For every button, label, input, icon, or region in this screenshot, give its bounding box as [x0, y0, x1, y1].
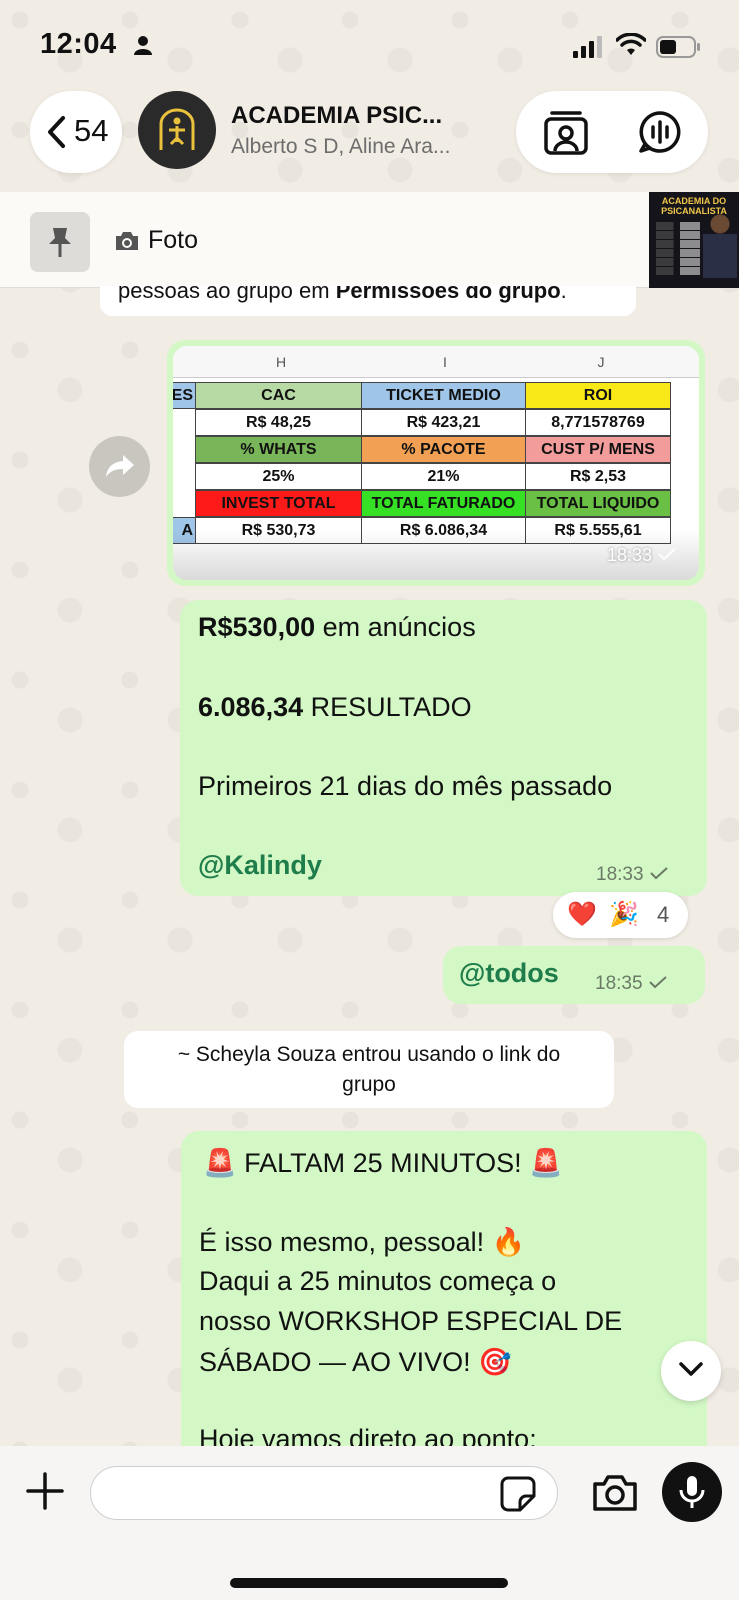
spreadsheet-cell: CAC [195, 382, 362, 409]
mention-link[interactable]: @todos [459, 958, 559, 989]
message-line: Primeiros 21 dias do mês passado [198, 771, 613, 801]
chat-header: 54 ACADEMIA PSIC... Alberto S D, Aline A… [0, 88, 739, 188]
chevron-down-icon [679, 1362, 703, 1376]
message-input[interactable] [90, 1466, 558, 1520]
status-bar: 12:04 [0, 0, 739, 88]
spreadsheet-cell-fragment: ES [173, 382, 196, 409]
image-message[interactable]: H I J CAC TICKET MEDIO ROI R$ 48,25 R$ 423,2… [167, 340, 705, 586]
check-icon [648, 976, 667, 989]
pin-button[interactable] [30, 212, 90, 272]
message-line: R$530,00 em anúncios [198, 612, 476, 642]
column-letter: H [275, 354, 287, 370]
spreadsheet-cell: CUST P/ MENS [525, 436, 671, 463]
spreadsheet-cell: ROI [525, 382, 671, 409]
message-time: 18:33 [596, 864, 669, 886]
heart-reaction: ❤️ [567, 901, 597, 928]
system-message-permissions: pessoas ao grupo em Permissões do grupo. [100, 286, 636, 316]
spreadsheet-cell: R$ 423,21 [361, 409, 526, 436]
group-members[interactable]: Alberto S D, Aline Ara... [231, 135, 450, 159]
reactions-pill[interactable]: ❤️ 🎉 4 [553, 892, 688, 938]
message-bubble-todos[interactable]: @todos 18:35 [443, 946, 705, 1004]
message-line: 🚨 FALTAM 25 MINUTOS! 🚨 [203, 1148, 563, 1178]
status-time: 12:04 [40, 28, 117, 60]
camera-icon [116, 232, 138, 250]
pin-icon [49, 228, 71, 257]
spreadsheet-image[interactable]: H I J CAC TICKET MEDIO ROI R$ 48,25 R$ 423,2… [173, 346, 699, 580]
system-message-text: pessoas ao grupo em Permissões do grupo. [118, 286, 567, 303]
message-time: 18:33 [607, 545, 677, 566]
plus-icon[interactable] [26, 1472, 64, 1510]
message-line: 6.086,34 RESULTADO [198, 692, 472, 722]
spreadsheet-cell: TICKET MEDIO [361, 382, 526, 409]
message-line: É isso mesmo, pessoal! 🔥 [199, 1227, 526, 1257]
message-line: nosso WORKSHOP ESPECIAL DE [199, 1306, 623, 1336]
microphone-icon [679, 1476, 705, 1508]
message-line: Daqui a 25 minutos começa o [199, 1266, 557, 1296]
pinned-thumbnail[interactable]: ACADEMIA DO PSICANALISTA [649, 192, 739, 288]
mention-link[interactable]: @Kalindy [198, 850, 322, 881]
scroll-to-bottom-button[interactable] [661, 1341, 721, 1401]
group-title[interactable]: ACADEMIA PSIC... [231, 102, 442, 130]
spreadsheet-cell: 8,771578769 [525, 409, 671, 436]
person-status-icon [134, 36, 152, 55]
group-avatar[interactable] [138, 91, 216, 169]
message-bubble-results[interactable]: R$530,00 em anúncios 6.086,34 RESULTADO … [180, 600, 707, 896]
sticker-icon[interactable] [500, 1476, 536, 1512]
column-letter: I [443, 354, 447, 370]
spreadsheet-cell: R$ 2,53 [525, 463, 671, 490]
spreadsheet-column-header: H I J [173, 346, 699, 378]
check-icon [658, 548, 676, 561]
back-button[interactable]: 54 [30, 91, 122, 173]
camera-icon[interactable] [592, 1474, 638, 1512]
spreadsheet-cell: 25% [195, 463, 362, 490]
spreadsheet-cell: INVEST TOTAL [195, 490, 362, 517]
signal-icon [573, 36, 602, 58]
message-line: SÁBADO — AO VIVO! 🎯 [199, 1347, 512, 1377]
check-icon [649, 867, 668, 880]
pinned-message-bar[interactable]: Foto ACADEMIA DO PSICANALISTA [0, 192, 739, 288]
thumbnail-schedule [656, 222, 700, 276]
message-bubble-workshop[interactable]: 🚨 FALTAM 25 MINUTOS! 🚨 É isso mesmo, pes… [181, 1131, 707, 1471]
spreadsheet-cell: % PACOTE [361, 436, 526, 463]
spreadsheet-cell: R$ 48,25 [195, 409, 362, 436]
message-time: 18:35 [595, 973, 668, 995]
message-composer [0, 1446, 739, 1600]
wifi-icon [616, 33, 646, 55]
forward-button[interactable] [89, 436, 150, 497]
chevron-left-icon [48, 116, 65, 148]
home-indicator [230, 1578, 508, 1588]
column-letter: J [597, 354, 605, 370]
party-reaction: 🎉 [609, 901, 639, 928]
header-actions [516, 91, 708, 173]
academy-logo-icon [159, 108, 195, 150]
unread-count: 54 [74, 113, 109, 148]
spreadsheet-cell: TOTAL FATURADO [361, 490, 526, 517]
system-message-join: ~ Scheyla Souza entrou usando o link do g… [124, 1031, 614, 1108]
spreadsheet-cell: % WHATS [195, 436, 362, 463]
pinned-label: Foto [148, 226, 199, 254]
forward-arrow-icon [106, 455, 134, 477]
voice-chat-icon[interactable] [638, 110, 682, 154]
contact-card-icon[interactable] [544, 109, 588, 155]
reaction-count: 4 [657, 902, 670, 927]
spreadsheet-cell: 21% [361, 463, 526, 490]
spreadsheet-cell: TOTAL LIQUIDO [525, 490, 671, 517]
battery-icon [656, 36, 700, 58]
thumbnail-person [703, 212, 737, 278]
microphone-button[interactable] [662, 1462, 722, 1522]
